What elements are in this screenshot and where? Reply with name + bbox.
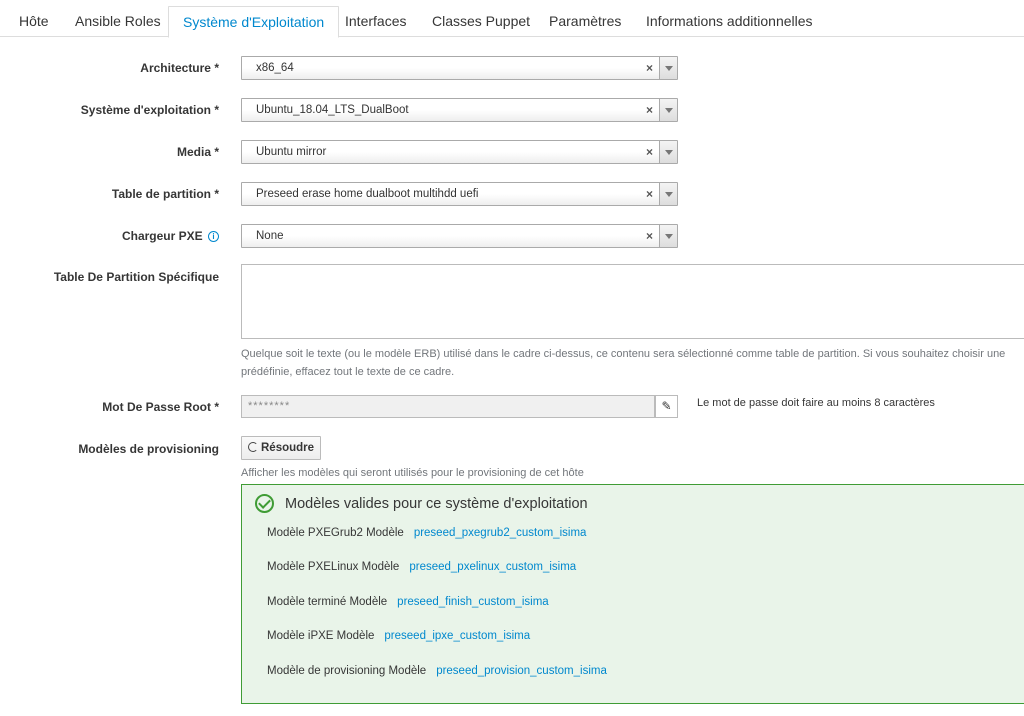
root-password-field[interactable]: ******** — [241, 395, 655, 418]
check-circle-icon — [255, 494, 274, 513]
chevron-down-icon[interactable] — [659, 225, 677, 247]
architecture-value: x86_64 — [256, 62, 294, 74]
tab-interfaces[interactable]: Interfaces — [331, 6, 420, 37]
template-item: Modèle iPXE Modèle preseed_ipxe_custom_is… — [267, 630, 530, 642]
template-item: Modèle PXEGrub2 Modèle preseed_pxegrub2_c… — [267, 527, 586, 539]
tab-additional-info[interactable]: Informations additionnelles — [632, 6, 827, 37]
template-link[interactable]: preseed_ipxe_custom_isima — [384, 630, 530, 642]
architecture-label: Architecture * — [140, 61, 219, 75]
provisioning-label: Modèles de provisioning — [78, 442, 219, 456]
ptable-clear-icon[interactable]: × — [646, 187, 653, 201]
resolve-button[interactable]: Résoudre — [241, 436, 322, 460]
info-icon[interactable]: i — [208, 231, 219, 242]
provisioning-help: Afficher les modèles qui seront utilisés… — [241, 467, 584, 479]
resolve-button-label: Résoudre — [261, 442, 315, 454]
refresh-icon — [248, 442, 258, 452]
template-item: Modèle PXELinux Modèle preseed_pxelinux_c… — [267, 561, 576, 573]
media-value: Ubuntu mirror — [256, 146, 327, 158]
template-kind: Modèle PXELinux Modèle — [267, 561, 400, 573]
ptable-label: Table de partition * — [111, 187, 219, 201]
template-link[interactable]: preseed_pxelinux_custom_isima — [409, 561, 576, 573]
template-kind: Modèle de provisioning Modèle — [267, 665, 427, 677]
chevron-down-icon[interactable] — [659, 183, 677, 205]
os-clear-icon[interactable]: × — [646, 103, 653, 117]
tab-parameters[interactable]: Paramètres — [535, 6, 635, 37]
template-kind: Modèle terminé Modèle — [267, 596, 388, 608]
os-select[interactable]: Ubuntu_18.04_LTS_DualBoot × — [241, 98, 678, 122]
tab-host[interactable]: Hôte — [5, 6, 63, 37]
root-password-label: Mot De Passe Root * — [102, 400, 219, 414]
tab-ansible-roles[interactable]: Ansible Roles — [61, 6, 175, 37]
root-password-value: ******** — [248, 400, 291, 412]
template-link[interactable]: preseed_pxegrub2_custom_isima — [414, 527, 587, 539]
custom-ptable-help-line2: prédéfinie, effacez tout le texte de ce … — [241, 366, 455, 378]
template-kind: Modèle iPXE Modèle — [267, 630, 375, 642]
template-link[interactable]: preseed_provision_custom_isima — [436, 665, 607, 677]
pxe-loader-label: Chargeur PXE i — [122, 229, 219, 243]
media-clear-icon[interactable]: × — [646, 145, 653, 159]
custom-ptable-label: Table De Partition Spécifique — [53, 270, 219, 284]
chevron-down-icon[interactable] — [659, 141, 677, 163]
panel-title: Modèles valides pour ce système d'exploi… — [285, 496, 588, 512]
root-password-note: Le mot de passe doit faire au moins 8 ca… — [697, 397, 935, 409]
media-select[interactable]: Ubuntu mirror × — [241, 140, 678, 164]
ptable-select[interactable]: Preseed erase home dualboot multihdd uef… — [241, 182, 678, 206]
architecture-select[interactable]: x86_64 × — [241, 56, 678, 80]
pencil-icon[interactable]: ✎ — [655, 395, 678, 418]
template-link[interactable]: preseed_finish_custom_isima — [397, 596, 549, 608]
tab-operating-system[interactable]: Système d'Exploitation — [168, 6, 340, 38]
os-value: Ubuntu_18.04_LTS_DualBoot — [256, 104, 409, 116]
pxe-loader-value: None — [256, 230, 284, 242]
custom-ptable-textarea[interactable] — [241, 264, 1024, 339]
custom-ptable-help-line1: Quelque soit le texte (ou le modèle ERB)… — [241, 348, 1006, 360]
valid-templates-panel: Modèles valides pour ce système d'exploi… — [241, 484, 1024, 704]
template-kind: Modèle PXEGrub2 Modèle — [267, 527, 404, 539]
ptable-value: Preseed erase home dualboot multihdd uef… — [256, 188, 479, 200]
template-item: Modèle de provisioning Modèle preseed_pro… — [267, 665, 607, 677]
architecture-clear-icon[interactable]: × — [646, 61, 653, 75]
media-label: Media * — [176, 145, 219, 159]
chevron-down-icon[interactable] — [659, 99, 677, 121]
chevron-down-icon[interactable] — [659, 57, 677, 79]
tab-puppet-classes[interactable]: Classes Puppet — [418, 6, 544, 37]
pxe-loader-select[interactable]: None × — [241, 224, 678, 248]
template-item: Modèle terminé Modèle preseed_finish_cust… — [267, 596, 549, 608]
os-label: Système d'exploitation * — [80, 103, 219, 117]
pxe-loader-clear-icon[interactable]: × — [646, 229, 653, 243]
tab-bar: Hôte Ansible Roles Système d'Exploitatio… — [0, 0, 1024, 38]
pxe-loader-label-text: Chargeur PXE — [121, 229, 203, 243]
